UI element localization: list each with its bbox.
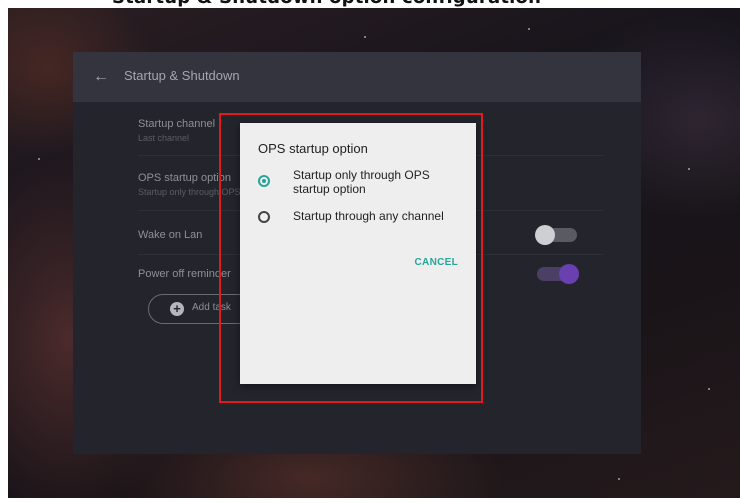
- star-decoration: [364, 36, 366, 38]
- setting-title: Wake on Lan: [138, 229, 203, 241]
- setting-startup-channel[interactable]: Startup channel Last channel: [138, 118, 215, 143]
- setting-title: Power off reminder: [138, 268, 231, 280]
- setting-wake-on-lan[interactable]: Wake on Lan: [138, 229, 202, 241]
- plus-icon: +: [170, 302, 184, 316]
- star-decoration: [708, 388, 710, 390]
- setting-subtitle: Last channel: [138, 133, 190, 143]
- toggle-thumb: [559, 264, 579, 284]
- app-bar: ← Startup & Shutdown: [73, 52, 641, 102]
- setting-power-off-reminder[interactable]: Power off reminder: [138, 268, 231, 280]
- page-title: Startup & Shutdown: [124, 68, 240, 83]
- star-decoration: [528, 28, 530, 30]
- caption: Startup & Shutdown option configuration: [0, 0, 740, 8]
- back-arrow-icon[interactable]: ←: [93, 68, 109, 86]
- toggle-thumb: [535, 225, 555, 245]
- wake-on-lan-toggle[interactable]: [535, 225, 577, 245]
- power-off-reminder-toggle[interactable]: [537, 264, 579, 284]
- star-decoration: [38, 158, 40, 160]
- highlight-box: [219, 113, 483, 403]
- setting-title: Startup channel: [138, 118, 216, 130]
- star-decoration: [688, 168, 690, 170]
- caption-text: Startup & Shutdown option configuration: [112, 0, 541, 8]
- star-decoration: [618, 478, 620, 480]
